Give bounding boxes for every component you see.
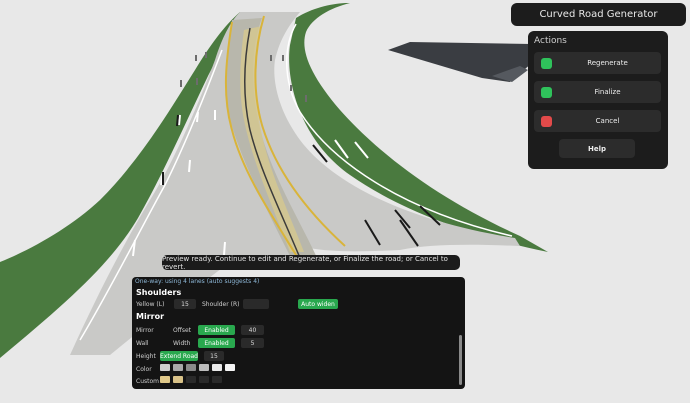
- shoulder-label: Shoulder (R): [202, 301, 240, 308]
- mirror-title: Mirror: [136, 312, 165, 321]
- width-label: Width: [173, 340, 191, 347]
- height-label: Height: [136, 353, 156, 360]
- color-swatch-3[interactable]: [186, 364, 196, 371]
- finalize-button[interactable]: Finalize: [534, 81, 661, 103]
- extend-road-button[interactable]: Extend Road: [160, 351, 198, 361]
- shoulder-input[interactable]: [243, 299, 269, 309]
- regenerate-button[interactable]: Regenerate: [534, 52, 661, 74]
- offset-label: Offset: [173, 327, 192, 334]
- color-swatch-2[interactable]: [173, 364, 183, 371]
- settings-scrollbar[interactable]: [459, 335, 462, 385]
- cancel-label: Cancel: [595, 117, 620, 125]
- red-status-icon: [541, 116, 552, 127]
- color-swatch-4[interactable]: [199, 364, 209, 371]
- custom-swatch-4[interactable]: [199, 376, 209, 383]
- custom-swatch-2[interactable]: [173, 376, 183, 383]
- custom-swatch-5[interactable]: [212, 376, 222, 383]
- help-button[interactable]: Help: [559, 139, 635, 158]
- yellow-label: Yellow (L): [136, 301, 165, 308]
- green-status-icon: [541, 58, 552, 69]
- preview-tooltip: Preview ready. Continue to edit and Rege…: [162, 255, 460, 271]
- offset-input[interactable]: 40: [241, 325, 264, 335]
- offset-toggle[interactable]: Enabled: [198, 325, 235, 335]
- window-title-bar: Curved Road Generator: [511, 3, 686, 26]
- width-input[interactable]: 5: [241, 338, 264, 348]
- color-swatch-row: [160, 364, 235, 371]
- color-swatch-1[interactable]: [160, 364, 170, 371]
- custom-label: Custom: [136, 378, 159, 385]
- mirror-label: Mirror: [136, 327, 154, 334]
- finalize-label: Finalize: [594, 88, 621, 96]
- custom-swatch-row: [160, 376, 222, 383]
- custom-swatch-1[interactable]: [160, 376, 170, 383]
- regenerate-label: Regenerate: [587, 59, 628, 67]
- width-toggle[interactable]: Enabled: [198, 338, 235, 348]
- cancel-button[interactable]: Cancel: [534, 110, 661, 132]
- window-title: Curved Road Generator: [539, 9, 658, 20]
- color-swatch-6[interactable]: [225, 364, 235, 371]
- auto-widen-button[interactable]: Auto widen: [298, 299, 338, 309]
- settings-panel: One-way: using 4 lanes (auto suggests 4)…: [132, 277, 465, 389]
- custom-swatch-3[interactable]: [186, 376, 196, 383]
- wall-label: Wall: [136, 340, 149, 347]
- height-input[interactable]: 15: [204, 351, 224, 361]
- actions-panel: Actions Regenerate Finalize Cancel Help: [528, 31, 668, 169]
- color-swatch-5[interactable]: [212, 364, 222, 371]
- green-status-icon: [541, 87, 552, 98]
- color-label: Color: [136, 366, 152, 373]
- lane-status-text: One-way: using 4 lanes (auto suggests 4): [135, 278, 260, 285]
- yellow-input[interactable]: 15: [174, 299, 196, 309]
- actions-header: Actions: [534, 36, 567, 46]
- shoulders-title: Shoulders: [136, 288, 182, 297]
